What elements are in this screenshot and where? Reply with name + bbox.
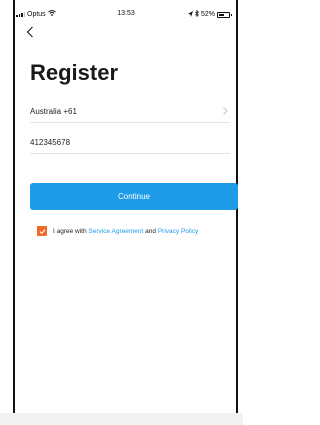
- phone-number-row: [30, 131, 230, 154]
- bluetooth-icon: [195, 9, 199, 19]
- agreement-prefix: I agree with: [53, 227, 87, 235]
- page-title: Register: [30, 60, 119, 85]
- agreement-text: I agree with Service Agreement and Priva…: [53, 228, 198, 235]
- battery-level: [219, 13, 224, 16]
- phone-screen: Optus 13:53 52% Register Australia +61 4…: [0, 0, 243, 425]
- checkmark-icon: [39, 228, 45, 234]
- back-button[interactable]: [23, 24, 37, 40]
- privacy-policy-link[interactable]: Privacy Policy: [158, 228, 198, 235]
- country-selector[interactable]: Australia +61: [30, 100, 230, 123]
- agreement-row: I agree with Service Agreement and Priva…: [37, 225, 198, 237]
- status-bar: Optus 13:53 52%: [16, 9, 236, 20]
- battery-icon: [217, 11, 232, 18]
- country-code-label: Australia +61: [30, 106, 77, 116]
- service-agreement-link[interactable]: Service Agreement: [88, 228, 143, 235]
- chevron-right-icon: [223, 107, 228, 115]
- device-frame-right: [236, 0, 238, 425]
- phone-number-input[interactable]: [30, 137, 230, 147]
- location-icon: [187, 10, 193, 19]
- bottom-band: [0, 413, 243, 425]
- agree-checkbox[interactable]: [37, 226, 47, 236]
- battery-percent: 52%: [200, 11, 215, 18]
- status-right: 52%: [187, 9, 232, 19]
- chevron-left-icon: [26, 26, 33, 38]
- agreement-conjunction: and: [145, 227, 157, 235]
- continue-button[interactable]: Continue: [30, 183, 238, 210]
- device-frame-left: [13, 0, 15, 425]
